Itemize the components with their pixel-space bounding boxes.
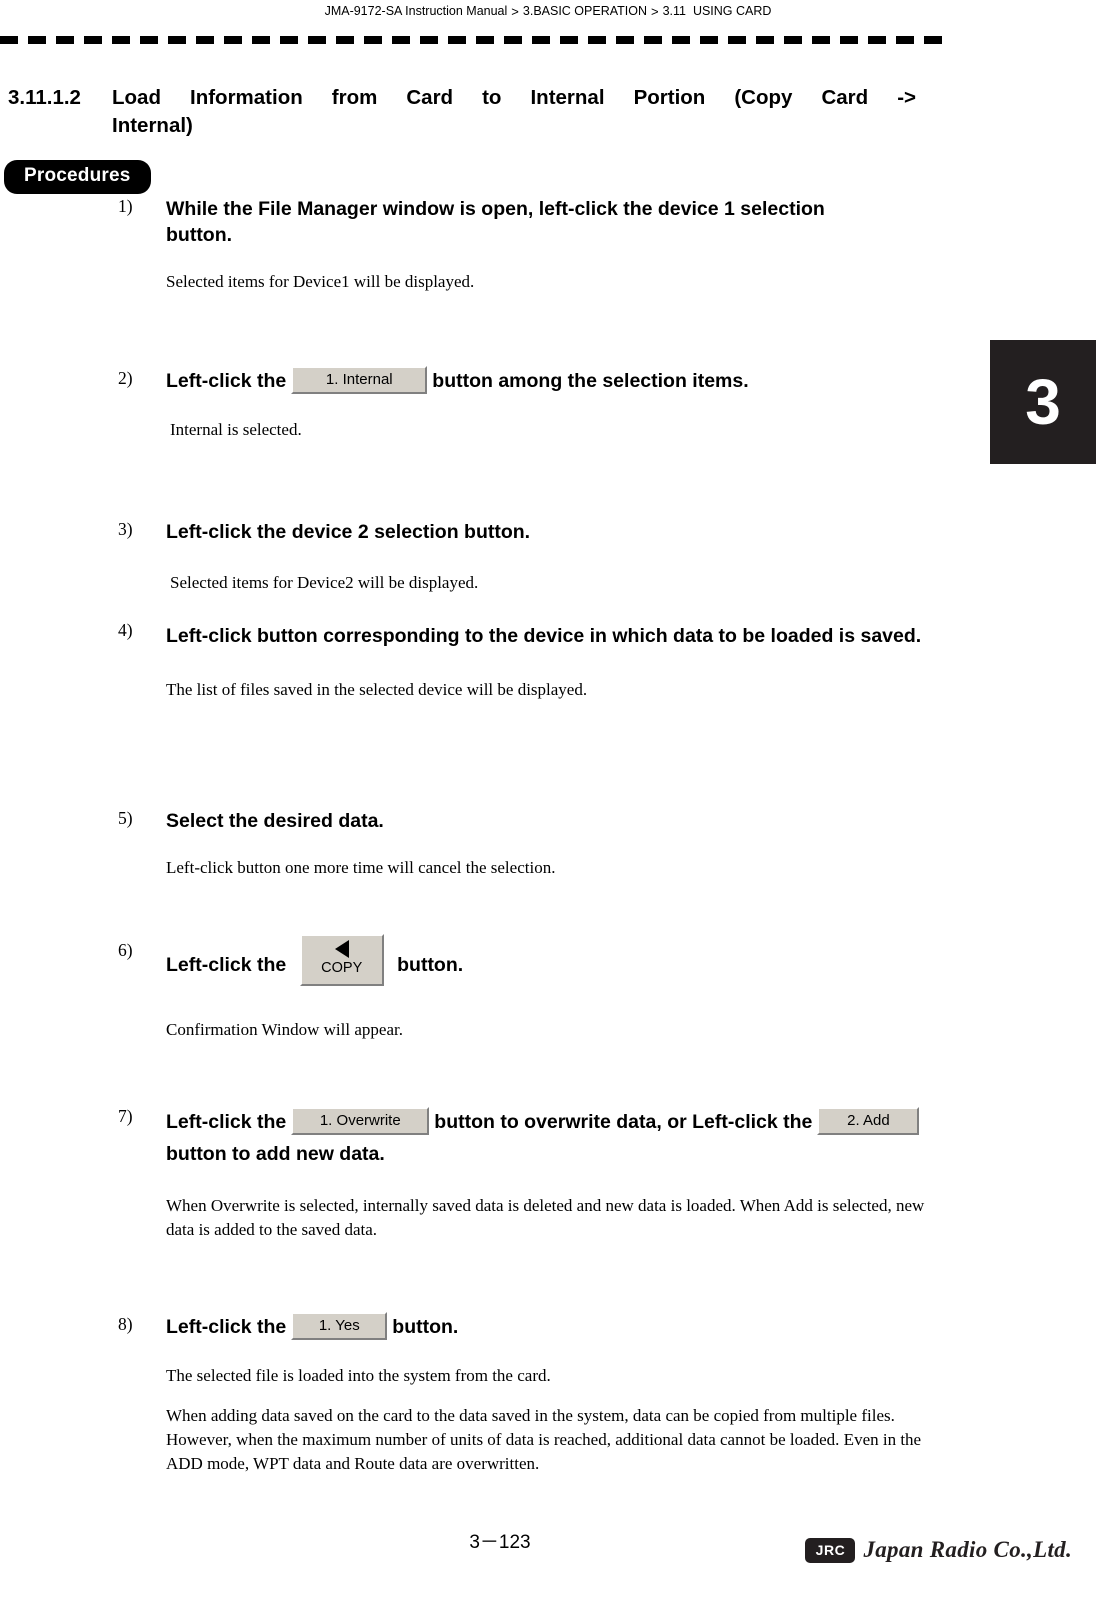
header-dashed-rule [0,36,946,44]
step-4-title: Left-click button corresponding to the d… [166,625,922,647]
step-8-title: Left-click the 1. Yes button. [166,1312,928,1342]
step-5-title: Select the desired data. [166,810,384,832]
step-2: 2) Left-click the 1. Internal button among… [118,366,928,442]
step-1-body: Selected items for Device1 will be displ… [166,272,475,291]
step-2-title-pre: Left-click the [166,370,287,393]
overwrite-button[interactable]: 1. Overwrite [291,1106,430,1135]
step-3-number: 3) [118,519,133,539]
step-7-title-mid: button to overwrite data, or Left-click … [434,1111,813,1133]
step-2-title-post: button among the selection items. [432,370,749,393]
step-8-title-post: button. [392,1316,459,1339]
step-8-body: The selected file is loaded into the sys… [166,1366,551,1385]
add-button[interactable]: 2. Add [817,1106,920,1135]
jrc-badge: JRC [805,1537,856,1563]
step-2-title: Left-click the 1. Internal button among th… [166,366,928,396]
header-separator-1: > [511,3,519,19]
chapter-number-tab: 3 [990,340,1096,464]
step-7-title: Left-click the 1. Overwrite button to over… [166,1106,926,1170]
yes-button[interactable]: 1. Yes [291,1312,388,1340]
step-8-number: 8) [118,1314,133,1334]
step-7: 7) Left-click the 1. Overwrite button to o… [118,1106,928,1242]
step-4-body: The list of files saved in the selected … [166,680,588,699]
step-7-number: 7) [118,1106,133,1126]
step-7-body: When Overwrite is selected, internally s… [166,1196,925,1239]
company-name: Japan Radio Co.,Ltd. [863,1537,1072,1562]
step-8-title-pre: Left-click the [166,1316,287,1339]
section-heading: 3.11.1.2 Load Information from Card to In… [8,84,924,140]
header-section: 3.11 USING CARD [662,4,772,18]
internal-button[interactable]: 1. Internal [291,366,428,394]
document-page: JMA-9172-SA Instruction Manual > 3.BASIC… [0,0,1096,1620]
section-title-line-2: Internal) [112,114,193,137]
step-4-number: 4) [118,620,133,640]
step-5-body: Left-click button one more time will can… [166,858,556,877]
step-6-number: 6) [118,940,133,960]
step-7-title-post: button to add new data. [166,1143,385,1165]
copy-button-label: COPY [321,960,363,976]
step-6-body: Confirmation Window will appear. [166,1020,403,1039]
step-5-number: 5) [118,808,133,828]
section-title-line-1: Load Information from Card to Internal P… [112,86,916,109]
step-2-body: Internal is selected. [170,420,302,439]
step-7-title-pre: Left-click the [166,1111,287,1133]
step-3-body: Selected items for Device2 will be displ… [170,573,479,592]
header-chapter: 3.BASIC OPERATION [522,4,647,18]
step-8: 8) Left-click the 1. Yes button. The selec… [118,1312,928,1476]
page-header: JMA-9172-SA Instruction Manual > 3.BASIC… [0,0,1096,22]
step-3: 3) Left-click the device 2 selection but… [118,519,928,595]
step-1-title: While the File Manager window is open, l… [166,198,825,246]
header-separator-2: > [651,3,659,19]
step-5: 5) Select the desired data. Left-click b… [118,808,928,880]
step-2-number: 2) [118,368,133,388]
section-number: 3.11.1.2 [8,86,81,109]
step-6: 6) Left-click the COPY button. Confirmat… [118,934,928,1042]
company-logo: JRC Japan Radio Co.,Ltd. [805,1537,1072,1563]
step-1: 1) While the File Manager window is open… [118,196,928,294]
step-1-number: 1) [118,196,133,216]
step-4: 4) Left-click button corresponding to th… [118,620,928,702]
procedures-label: Procedures [4,160,151,194]
step-3-title: Left-click the device 2 selection button… [166,521,531,543]
step-6-title-post: button. [397,954,464,977]
step-6-title-pre: Left-click the [166,954,287,977]
step-8-body-2: When adding data saved on the card to th… [166,1406,922,1473]
copy-button[interactable]: COPY [299,934,384,986]
step-6-title: Left-click the COPY button. [166,934,928,992]
header-manual-title: JMA-9172-SA Instruction Manual [324,4,508,18]
